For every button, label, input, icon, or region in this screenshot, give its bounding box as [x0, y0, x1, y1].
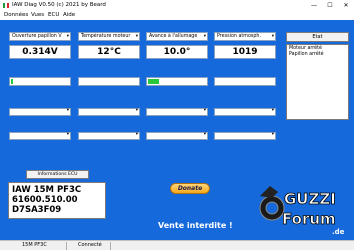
- statusbar-divider: [66, 242, 67, 250]
- level-bar-fill: [11, 79, 13, 84]
- sensor-label: Ouverture papillon V: [12, 34, 62, 39]
- ecu-info-box: IAW 15M PF3C 61600.510.00 D7SA3F09: [8, 182, 106, 219]
- dropdown-arrow-icon: ▾: [271, 34, 274, 39]
- sensor-value-2: 12°C: [78, 45, 140, 59]
- menu-aide[interactable]: Aide: [63, 11, 75, 20]
- empty-select-7[interactable]: ▾: [146, 132, 208, 140]
- logo-text-bottom: Forum: [282, 210, 336, 228]
- dropdown-arrow-icon: ▾: [66, 132, 69, 137]
- empty-select-1[interactable]: ▾: [9, 108, 71, 116]
- empty-select-8[interactable]: ▾: [214, 132, 276, 140]
- level-bar-4: [214, 77, 276, 86]
- dropdown-arrow-icon: ▾: [271, 132, 274, 137]
- empty-select-5[interactable]: ▾: [9, 132, 71, 140]
- dropdown-arrow-icon: ▾: [203, 132, 206, 137]
- status-line: Papillon arrêté: [289, 52, 324, 57]
- logo-text-suffix: .de: [332, 228, 345, 236]
- dropdown-arrow-icon: ▾: [135, 108, 138, 113]
- status-bar: 15M PF3C Connecté: [0, 240, 354, 250]
- close-button[interactable]: ✕: [338, 0, 354, 11]
- app-window: IAW Diag V0.50 (c) 2021 by Beard — ☐ ✕ D…: [0, 0, 354, 250]
- level-bar-1: [9, 77, 71, 86]
- statusbar-ecu: 15M PF3C: [22, 242, 47, 248]
- ecu-line: 61600.510.00: [12, 195, 78, 205]
- donate-button[interactable]: Donate: [170, 183, 210, 194]
- minimize-button[interactable]: —: [306, 0, 322, 11]
- menu-vues[interactable]: Vues: [31, 11, 44, 20]
- menu-bar: Données Vues ECU Aide: [0, 11, 354, 20]
- empty-select-3[interactable]: ▾: [146, 108, 208, 116]
- title-bar: IAW Diag V0.50 (c) 2021 by Beard — ☐ ✕: [0, 0, 354, 11]
- empty-select-2[interactable]: ▾: [78, 108, 140, 116]
- sensor-label: Pression atmosph.: [217, 34, 261, 39]
- dropdown-arrow-icon: ▾: [66, 34, 69, 39]
- ecu-line: IAW 15M PF3C: [12, 185, 82, 195]
- sensor-select-2[interactable]: Température moteur ▾: [78, 32, 140, 41]
- dropdown-arrow-icon: ▾: [203, 108, 206, 113]
- sensor-value-1: 0.314V: [9, 45, 71, 59]
- ecu-line: D7SA3F09: [12, 205, 62, 215]
- sensor-select-3[interactable]: Avance à l'allumage ▾: [146, 32, 208, 41]
- sensor-label: Température moteur: [81, 34, 131, 39]
- empty-select-6[interactable]: ▾: [78, 132, 140, 140]
- dropdown-arrow-icon: ▾: [271, 108, 274, 113]
- sensor-value-4: 1019: [214, 45, 276, 59]
- dropdown-arrow-icon: ▾: [135, 34, 138, 39]
- guzzi-forum-logo: GUZZI Forum .de: [259, 186, 345, 236]
- menu-donnees[interactable]: Données: [4, 11, 28, 20]
- window-title: IAW Diag V0.50 (c) 2021 by Beard: [12, 2, 106, 8]
- level-bar-3: [146, 77, 208, 86]
- dropdown-arrow-icon: ▾: [66, 108, 69, 113]
- statusbar-state: Connecté: [78, 242, 102, 248]
- level-bar-fill: [148, 79, 160, 84]
- etat-button[interactable]: Etat: [286, 32, 349, 42]
- menu-ecu[interactable]: ECU: [48, 11, 59, 20]
- ecu-info-button[interactable]: Informations ECU: [26, 170, 89, 179]
- maximize-button[interactable]: ☐: [322, 0, 338, 11]
- sensor-select-1[interactable]: Ouverture papillon V ▾: [9, 32, 71, 41]
- empty-select-4[interactable]: ▾: [214, 108, 276, 116]
- vente-interdite-text: Vente interdite !: [158, 221, 233, 230]
- sensor-label: Avance à l'allumage: [149, 34, 198, 39]
- logo-text-top: GUZZI: [284, 190, 336, 208]
- italy-flag-icon: [3, 3, 9, 8]
- dropdown-arrow-icon: ▾: [203, 34, 206, 39]
- statusbar-divider: [110, 242, 111, 250]
- sensor-value-3: 10.0°: [146, 45, 208, 59]
- dropdown-arrow-icon: ▾: [135, 132, 138, 137]
- level-bar-2: [78, 77, 140, 86]
- sensor-select-4[interactable]: Pression atmosph. ▾: [214, 32, 276, 41]
- status-box: Moteur arrêté Papillon arrêté: [286, 44, 349, 120]
